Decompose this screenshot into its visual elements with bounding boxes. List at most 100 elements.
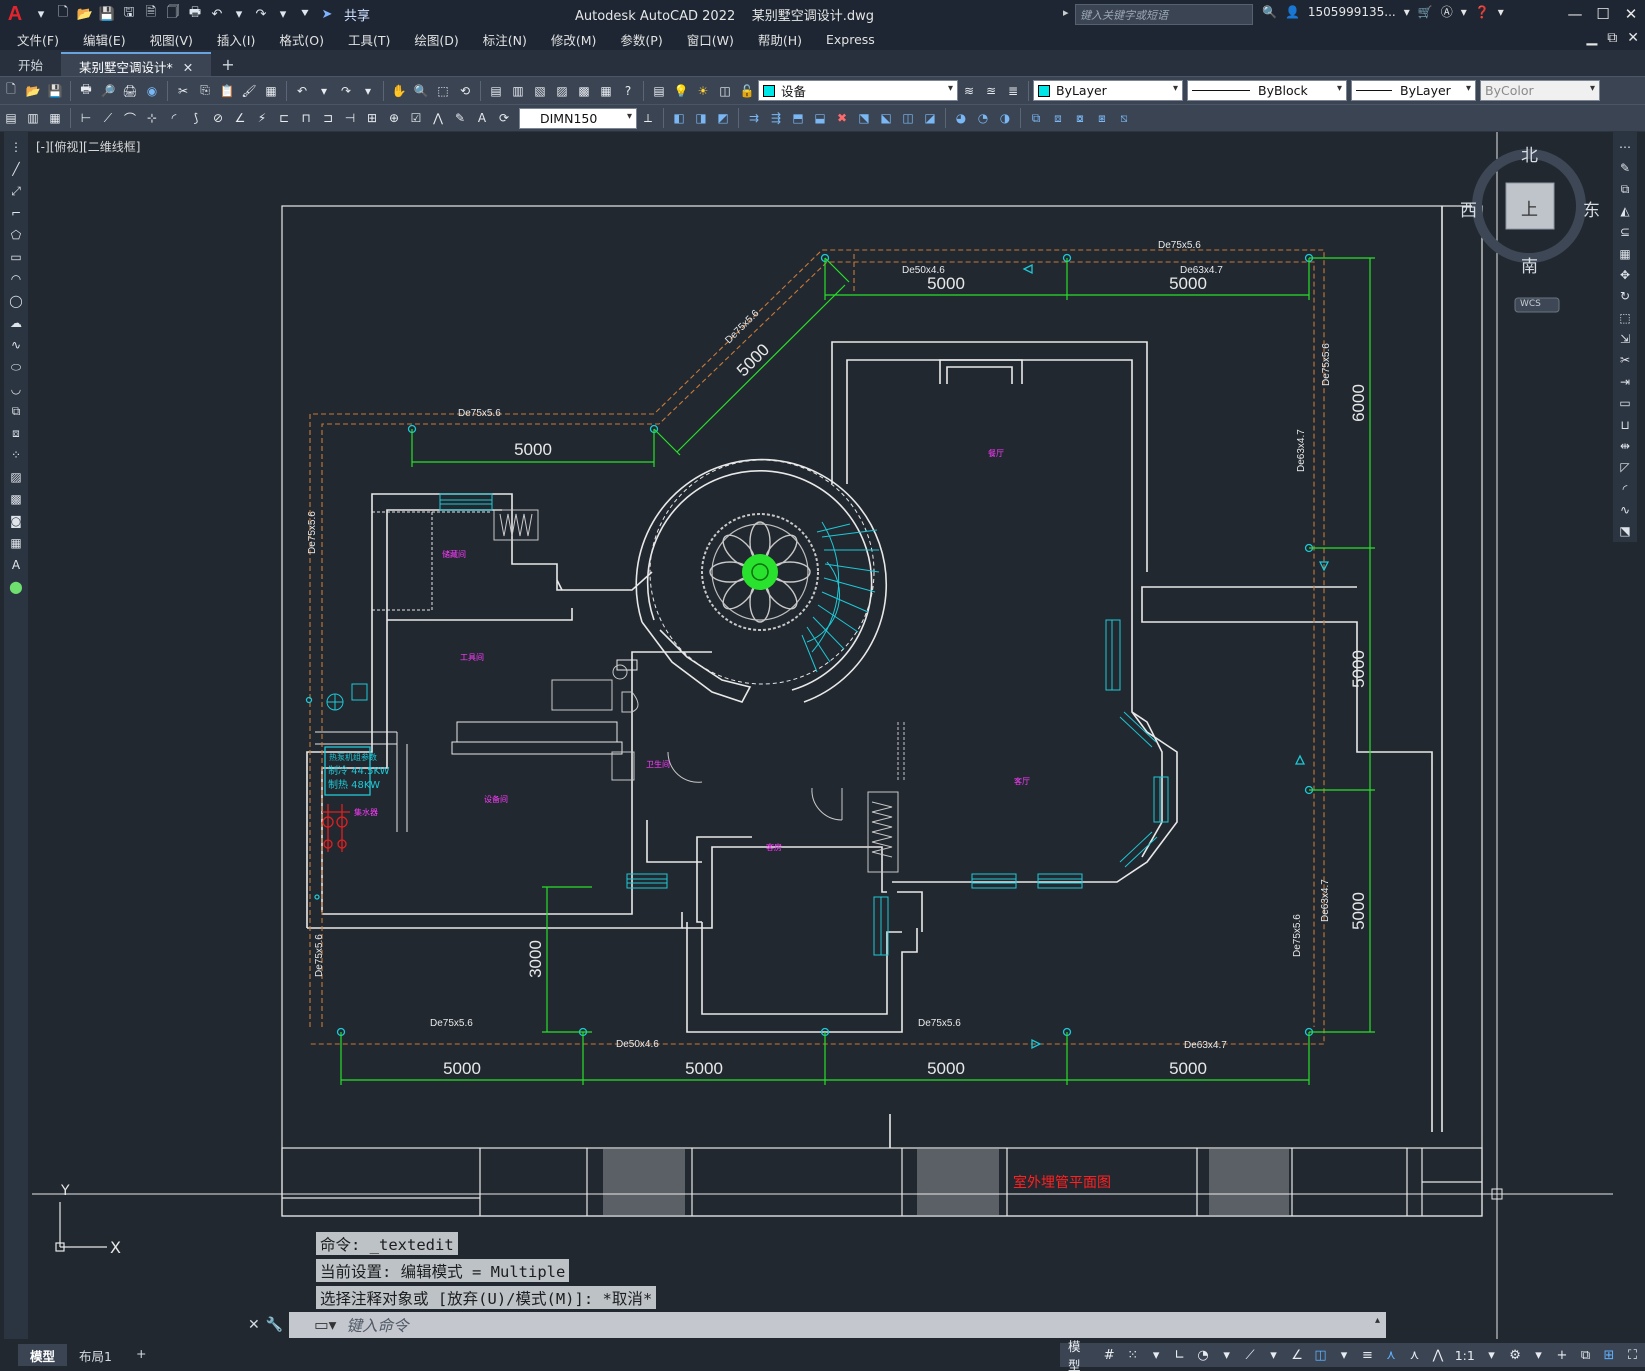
- dim-edit-icon[interactable]: ✎: [450, 108, 470, 128]
- menu-item-6[interactable]: 绘图(D): [402, 30, 470, 49]
- tb-zoom-window-icon[interactable]: ⬚: [433, 81, 453, 101]
- tb-redo-icon[interactable]: ↷: [336, 81, 356, 101]
- tb-sheetset-icon[interactable]: ▨: [552, 81, 572, 101]
- app-dropdown-icon[interactable]: ▾: [1461, 5, 1467, 19]
- plot-icon[interactable]: 🖶: [184, 3, 206, 25]
- model-space-toggle[interactable]: 模型: [1064, 1339, 1096, 1371]
- tb-undo-dd-icon[interactable]: ▾: [314, 81, 334, 101]
- trim-tool-icon[interactable]: ✂: [1615, 350, 1635, 371]
- osnap-icon[interactable]: ◫: [1310, 1344, 1331, 1366]
- dim-update-icon[interactable]: ⟳: [494, 108, 514, 128]
- drawing-canvas[interactable]: [-][俯视][二维线框] 室外埋管平面图 热泵机组参数 制冷 44.5KW 制…: [32, 132, 1613, 1339]
- modify-icon-3[interactable]: ◩: [713, 108, 733, 128]
- doc-close-icon[interactable]: ✕: [1627, 30, 1639, 46]
- new-file-icon[interactable]: 🗋: [52, 3, 74, 25]
- tb-matchprop-icon[interactable]: 🖌: [239, 81, 259, 101]
- modify-icon-13[interactable]: ◕: [951, 108, 971, 128]
- tab-current-drawing[interactable]: 某别墅空调设计* ✕: [61, 52, 212, 76]
- tb-3dprint-icon[interactable]: ◉: [142, 81, 162, 101]
- ellipse-arc-tool-icon[interactable]: ◡: [6, 378, 26, 400]
- dim-break-icon[interactable]: ⊣: [340, 108, 360, 128]
- tolerance-icon[interactable]: ⊞: [362, 108, 382, 128]
- maximize-icon[interactable]: ☐: [1589, 0, 1617, 28]
- array-tool-icon[interactable]: ▦: [1615, 243, 1635, 264]
- extend-tool-icon[interactable]: ⇥: [1615, 371, 1635, 392]
- offset-tool-icon[interactable]: ⊆: [1615, 222, 1635, 243]
- osnap-dropdown-icon[interactable]: ▾: [1333, 1344, 1354, 1366]
- open-web-icon[interactable]: 🗎: [140, 3, 162, 25]
- tb-zoom-realtime-icon[interactable]: 🔍: [411, 81, 431, 101]
- explode-tool-icon[interactable]: ⬔: [1615, 521, 1635, 542]
- region-tool-icon[interactable]: ◙: [6, 510, 26, 532]
- scale-tool-icon[interactable]: ⬚: [1615, 307, 1635, 328]
- insert-block-icon[interactable]: ⧉: [6, 400, 26, 422]
- user-account-label[interactable]: 1505999135...: [1308, 5, 1396, 19]
- modify-icon-6[interactable]: ⬒: [788, 108, 808, 128]
- dim-radius-icon[interactable]: ◜: [164, 108, 184, 128]
- redo-icon[interactable]: ↷: [250, 3, 272, 25]
- share-button[interactable]: 共享: [344, 5, 370, 24]
- modify-icon-11[interactable]: ◫: [898, 108, 918, 128]
- menu-item-0[interactable]: 文件(F): [0, 30, 71, 49]
- isodraft-dropdown-icon[interactable]: ▾: [1263, 1344, 1284, 1366]
- circle-tool-icon[interactable]: ◯: [6, 290, 26, 312]
- scale-dropdown-icon[interactable]: ▾: [1481, 1344, 1502, 1366]
- doc-restore-icon[interactable]: ⧉: [1607, 30, 1617, 46]
- tb-designcenter-icon[interactable]: ▥: [508, 81, 528, 101]
- modify-icon-1[interactable]: ◧: [669, 108, 689, 128]
- ortho-icon[interactable]: ∟: [1169, 1344, 1190, 1366]
- command-input[interactable]: 键入命令: [346, 1314, 408, 1336]
- modify-icon-12[interactable]: ◪: [920, 108, 940, 128]
- dim-baseline-icon[interactable]: ⊏: [274, 108, 294, 128]
- save-web-icon[interactable]: 🗍: [162, 3, 184, 25]
- command-recent-icon[interactable]: ▴: [1375, 1315, 1380, 1326]
- break-point-tool-icon[interactable]: ▭: [1615, 393, 1635, 414]
- blend-tool-icon[interactable]: ∿: [1615, 499, 1635, 520]
- new-tab-icon[interactable]: +: [211, 52, 244, 76]
- tab-start[interactable]: 开始: [0, 52, 62, 76]
- undo-dropdown-icon[interactable]: ▾: [228, 3, 250, 25]
- otrack-icon[interactable]: ∠: [1286, 1344, 1307, 1366]
- doc-minimize-icon[interactable]: ▁: [1586, 30, 1597, 46]
- menu-item-3[interactable]: 插入(I): [205, 30, 267, 49]
- autocad-logo-icon[interactable]: A: [0, 0, 30, 28]
- grid-icon[interactable]: #: [1098, 1344, 1119, 1366]
- command-history-icon[interactable]: ▭▾: [314, 1316, 336, 1334]
- move-tool-icon[interactable]: ✥: [1615, 264, 1635, 285]
- menu-item-7[interactable]: 标注(N): [471, 30, 539, 49]
- modify-icon-17[interactable]: ⧈: [1048, 108, 1068, 128]
- tb-pan-icon[interactable]: ✋: [389, 81, 409, 101]
- modify-icon-15[interactable]: ◑: [995, 108, 1015, 128]
- add-layout-icon[interactable]: +: [124, 1344, 158, 1366]
- modify-icon-8[interactable]: ✖: [832, 108, 852, 128]
- layer-dropdown[interactable]: 设备 ▾: [758, 80, 958, 101]
- viewcube-west-label[interactable]: 西: [1460, 196, 1477, 221]
- modify-icon-7[interactable]: ⬓: [810, 108, 830, 128]
- annotation-monitor-icon[interactable]: +: [1551, 1344, 1572, 1366]
- inspect-icon[interactable]: ☑: [406, 108, 426, 128]
- save-as-icon[interactable]: 🖫: [118, 3, 140, 25]
- revcloud-tool-icon[interactable]: ☁: [6, 312, 26, 334]
- fillet-tool-icon[interactable]: ◜: [1615, 478, 1635, 499]
- dim-continue-icon[interactable]: ⊓: [296, 108, 316, 128]
- lineweight-toggle-icon[interactable]: ≡: [1357, 1344, 1378, 1366]
- plotstyle-dropdown[interactable]: ByColor ▾: [1480, 80, 1600, 101]
- tb-publish-icon[interactable]: 🖨: [120, 81, 140, 101]
- layer-previous-icon[interactable]: ≊: [981, 81, 1001, 101]
- join-tool-icon[interactable]: ⇹: [1615, 435, 1635, 456]
- menu-item-2[interactable]: 视图(V): [138, 30, 205, 49]
- customize-qat-icon[interactable]: ⯆: [294, 3, 316, 25]
- viewcube-east-label[interactable]: 东: [1583, 196, 1600, 221]
- color-dropdown[interactable]: ByLayer ▾: [1033, 80, 1183, 101]
- arc-tool-icon[interactable]: ◠: [6, 268, 26, 290]
- tb-help-icon[interactable]: ?: [618, 81, 638, 101]
- search-icon[interactable]: 🔍: [1262, 5, 1277, 19]
- workspace-gear-icon[interactable]: ⚙: [1504, 1344, 1525, 1366]
- menu-item-11[interactable]: 帮助(H): [746, 30, 814, 49]
- modify-icon-19[interactable]: ⧆: [1092, 108, 1112, 128]
- tb-new-icon[interactable]: 🗋: [1, 81, 21, 101]
- hatch-tool-icon[interactable]: ▨: [6, 466, 26, 488]
- mirror-tool-icon[interactable]: ◭: [1615, 200, 1635, 221]
- menu-item-9[interactable]: 参数(P): [608, 30, 674, 49]
- help-search-input[interactable]: 键入关键字或短语: [1075, 4, 1253, 25]
